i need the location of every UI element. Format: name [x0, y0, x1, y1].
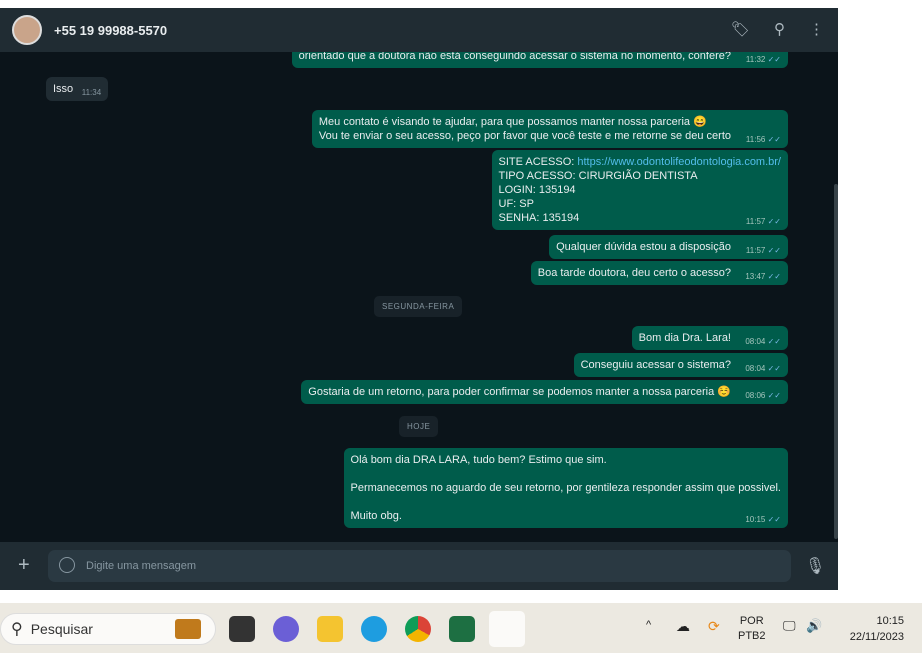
- task-view-icon[interactable]: [229, 616, 255, 642]
- lang-code: POR: [739, 615, 764, 627]
- message-bubble[interactable]: Meu contato é visando te ajudar, para qu…: [311, 110, 788, 148]
- message-time: 11:32: [745, 55, 766, 64]
- menu-icon[interactable]: ⋮: [809, 20, 824, 38]
- message-time: 08:04: [745, 337, 766, 346]
- double-check-icon: ✓✓: [767, 135, 781, 144]
- volume-icon[interactable]: 🔊: [806, 618, 822, 634]
- file-explorer-icon[interactable]: [317, 616, 343, 642]
- clock-time: 10:15: [876, 615, 904, 627]
- message-time: 11:34: [81, 88, 102, 97]
- message-list: orientado que a doutora não está consegu…: [0, 52, 838, 542]
- message-text: Meu contato é visando te ajudar, para qu…: [318, 116, 707, 128]
- message-text: Qualquer dúvida estou a disposição: [556, 241, 731, 253]
- double-check-icon: ✓✓: [767, 337, 781, 346]
- double-check-icon: ✓✓: [767, 364, 781, 373]
- message-text: Muito obg.: [350, 510, 402, 522]
- whatsapp-window: +55 19 99988-5570 🏷 ⚲ ⋮ orientado que a …: [0, 8, 838, 590]
- sync-icon[interactable]: ⟳: [708, 618, 720, 635]
- site-link[interactable]: https://www.odontolifeodontologia.com.br…: [577, 156, 781, 168]
- double-check-icon: ✓✓: [767, 55, 781, 64]
- message-time: 13:47: [745, 272, 766, 281]
- double-check-icon: ✓✓: [767, 272, 781, 281]
- search-icon[interactable]: ⚲: [774, 20, 785, 38]
- composer: + Digite uma mensagem 🎙: [0, 542, 838, 590]
- message-text: Gostaria de um retorno, para poder confi…: [308, 386, 731, 398]
- message-input[interactable]: Digite uma mensagem: [48, 550, 791, 582]
- message-placeholder: Digite uma mensagem: [86, 560, 197, 572]
- keyboard-layout: PTB2: [738, 630, 766, 642]
- double-check-icon: ✓✓: [767, 246, 781, 255]
- emoji-icon[interactable]: [59, 557, 75, 573]
- microphone-icon[interactable]: 🎙: [805, 556, 825, 576]
- message-time: 11:57: [745, 246, 766, 255]
- message-text: Conseguiu acessar o sistema?: [580, 359, 731, 371]
- message-text: orientado que a doutora não está consegu…: [298, 52, 731, 62]
- message-text: Isso: [53, 83, 74, 95]
- message-time: 11:57: [745, 217, 766, 226]
- chat-header: +55 19 99988-5570 🏷 ⚲ ⋮: [0, 8, 838, 52]
- double-check-icon: ✓✓: [767, 217, 781, 226]
- clock[interactable]: 10:15 22/11/2023: [838, 613, 904, 645]
- teams-icon[interactable]: [273, 616, 299, 642]
- message-bubble[interactable]: Qualquer dúvida estou a disposição 11:57 …: [549, 235, 788, 259]
- message-time: 08:04: [745, 364, 766, 373]
- message-text: LOGIN: 135194: [498, 184, 576, 196]
- date-divider: SEGUNDA-FEIRA: [374, 296, 463, 317]
- contact-name[interactable]: +55 19 99988-5570: [54, 23, 167, 38]
- network-icon[interactable]: 🖵: [783, 618, 796, 634]
- language-indicator[interactable]: POR PTB2: [738, 614, 766, 644]
- chevron-up-icon[interactable]: ^: [646, 619, 651, 631]
- message-bubble[interactable]: SITE ACESSO: https://www.odontolifeodont…: [491, 150, 788, 230]
- double-check-icon: ✓✓: [767, 515, 781, 524]
- avatar[interactable]: [12, 15, 42, 45]
- message-bubble[interactable]: Olá bom dia DRA LARA, tudo bem? Estimo q…: [343, 448, 788, 528]
- message-bubble[interactable]: Isso 11:34: [46, 77, 109, 101]
- taskbar-search[interactable]: ⚲ Pesquisar: [0, 613, 216, 645]
- edge-icon[interactable]: [361, 616, 387, 642]
- plus-icon[interactable]: +: [18, 554, 30, 577]
- search-icon: ⚲: [11, 621, 23, 638]
- chrome-icon[interactable]: [405, 616, 431, 642]
- message-time: 08:06: [745, 391, 766, 400]
- message-text: Permanecemos no aguardo de seu retorno, …: [350, 482, 781, 494]
- excel-icon[interactable]: [449, 616, 475, 642]
- cloud-offline-icon[interactable]: ☁: [676, 618, 690, 635]
- message-bubble[interactable]: Boa tarde doutora, deu certo o acesso? 13…: [530, 261, 788, 285]
- double-check-icon: ✓✓: [767, 391, 781, 400]
- date-divider: HOJE: [399, 416, 439, 437]
- message-text: Olá bom dia DRA LARA, tudo bem? Estimo q…: [350, 454, 607, 466]
- message-bubble[interactable]: orientado que a doutora não está consegu…: [291, 52, 788, 68]
- message-bubble[interactable]: Conseguiu acessar o sistema? 08:04 ✓✓: [573, 353, 788, 377]
- search-label: Pesquisar: [30, 621, 93, 637]
- briefcase-icon: [175, 619, 201, 639]
- clock-date: 22/11/2023: [849, 631, 904, 643]
- label-icon[interactable]: 🏷: [731, 20, 750, 38]
- message-text: Boa tarde doutora, deu certo o acesso?: [537, 267, 731, 279]
- taskbar: ⚲ Pesquisar ^ ☁ ⟳ POR PTB2 🖵 🔊 10:15 22/11…: [0, 603, 922, 653]
- message-text: Vou te enviar o seu acesso, peço por fav…: [318, 130, 731, 142]
- message-text: Bom dia Dra. Lara!: [638, 332, 731, 344]
- message-text: SITE ACESSO:: [498, 156, 575, 168]
- message-time: 11:56: [745, 135, 766, 144]
- snipping-tool-icon[interactable]: [489, 611, 525, 647]
- scrollbar[interactable]: [834, 184, 838, 539]
- message-text: SENHA: 135194: [498, 212, 580, 224]
- message-text: TIPO ACESSO: CIRURGIÃO DENTISTA: [498, 170, 698, 182]
- message-bubble[interactable]: Gostaria de um retorno, para poder confi…: [301, 380, 788, 404]
- message-bubble[interactable]: Bom dia Dra. Lara! 08:04 ✓✓: [631, 326, 788, 350]
- message-text: UF: SP: [498, 198, 534, 210]
- message-time: 10:15: [745, 515, 766, 524]
